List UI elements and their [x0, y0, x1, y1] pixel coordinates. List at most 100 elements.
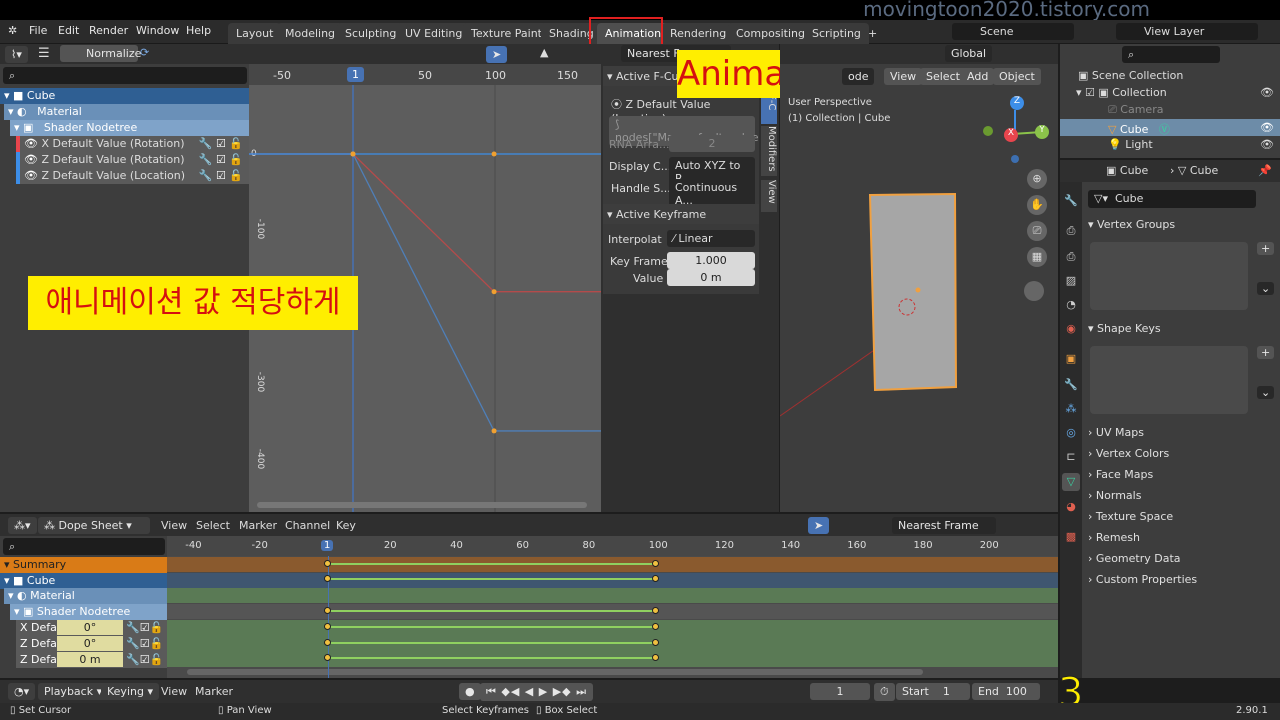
render-tab-icon[interactable]: ⎙: [1062, 222, 1080, 240]
dopesheet-select-icon[interactable]: ➤: [808, 517, 830, 534]
section-shape-keys[interactable]: ▾ Shape Keys: [1088, 322, 1161, 335]
breadcrumb-mesh[interactable]: › ▽ Cube: [1170, 164, 1218, 177]
dopesheet-keyframe[interactable]: [651, 639, 659, 646]
menu-help[interactable]: Help: [186, 24, 211, 37]
mesh-data-tab-icon[interactable]: ▽: [1062, 473, 1080, 491]
section-face-maps[interactable]: › Face Maps: [1088, 468, 1153, 481]
ortho-grid-icon[interactable]: ▦: [1027, 247, 1047, 267]
material-tab-icon[interactable]: ◕: [1062, 498, 1080, 516]
constraints-tab-icon[interactable]: ⊏: [1062, 448, 1080, 466]
dopesheet-menu-marker[interactable]: Marker: [239, 519, 277, 532]
current-frame-field[interactable]: 1: [810, 683, 870, 700]
dopesheet-channel-x-rotation[interactable]: X Defau 0° 🔧☑🔓: [16, 620, 167, 636]
menu-edit[interactable]: Edit: [58, 24, 79, 37]
fcurve-keyframe[interactable]: [491, 289, 497, 295]
vertex-group-menu-button[interactable]: ⌄: [1257, 282, 1275, 295]
dopesheet-mode-dropdown[interactable]: ⁂ Dope Sheet ▾: [38, 517, 150, 534]
add-shape-key-button[interactable]: +: [1257, 346, 1275, 359]
menu-file[interactable]: File: [29, 24, 47, 37]
normalize-toggle[interactable]: Normalize: [60, 45, 141, 62]
outliner-item-camera[interactable]: ⎚ Camera: [1108, 103, 1163, 117]
section-remesh[interactable]: › Remesh: [1088, 531, 1140, 544]
shape-keys-list[interactable]: [1090, 346, 1248, 414]
key-frame-field[interactable]: 1.000: [667, 252, 755, 269]
texture-tab-icon[interactable]: ▩: [1062, 528, 1080, 546]
view-layer-tab-icon[interactable]: ▨: [1062, 272, 1080, 290]
dopesheet-summary[interactable]: ▾ Summary: [0, 557, 167, 573]
dopesheet-keyframe[interactable]: [651, 575, 659, 582]
section-uv-maps[interactable]: › UV Maps: [1088, 426, 1144, 439]
gizmo-z[interactable]: Z: [1010, 96, 1024, 110]
channel-value-field[interactable]: 0°: [57, 620, 123, 635]
fcurve-controls[interactable]: 🔧 ☑ 🔓: [199, 136, 243, 152]
dopesheet-keyframe[interactable]: [324, 654, 331, 661]
menu-render[interactable]: Render: [89, 24, 128, 37]
dopesheet-keyframe[interactable]: [324, 639, 331, 646]
dopesheet-keyframe[interactable]: [651, 654, 659, 661]
dopesheet-keyframe-area[interactable]: -40 -20 1 20 40 60 80 100 120 140 160 180 200: [167, 536, 1058, 678]
outliner-item-cube[interactable]: ▽ Cube Ⓥ 👁: [1060, 119, 1280, 136]
pin-icon[interactable]: 📌: [1258, 164, 1272, 177]
dopesheet-channel-z-location[interactable]: Z Defau 0 m 🔧☑🔓: [16, 652, 167, 668]
gizmo-y[interactable]: Y: [1035, 125, 1049, 139]
dopesheet-keyframe[interactable]: [324, 623, 331, 630]
tab-rendering[interactable]: Rendering: [662, 23, 735, 44]
dopesheet-cube[interactable]: ▾ ■ Cube: [0, 573, 167, 589]
fcurve-z-rotation[interactable]: 👁 Z Default Value (Rotation) 🔧 ☑ 🔓: [16, 152, 249, 168]
tab-layout[interactable]: Layout: [228, 23, 282, 44]
tab-modeling[interactable]: Modeling: [277, 23, 344, 44]
section-custom-properties[interactable]: › Custom Properties: [1088, 573, 1197, 586]
gizmo-x[interactable]: X: [1004, 128, 1018, 142]
dopesheet-menu-view[interactable]: View: [161, 519, 187, 532]
zoom-icon[interactable]: ⊕: [1027, 169, 1047, 189]
record-button[interactable]: ●: [459, 683, 481, 700]
camera-icon[interactable]: ⎚: [1027, 221, 1047, 241]
outliner-item-collection[interactable]: ▾ ☑ ▣ Collection 👁: [1076, 86, 1280, 99]
section-vertex-groups[interactable]: ▾ Vertex Groups: [1088, 218, 1175, 231]
dopesheet-keys[interactable]: [167, 536, 1058, 678]
section-geometry-data[interactable]: › Geometry Data: [1088, 552, 1181, 565]
world-tab-icon[interactable]: ◉: [1062, 320, 1080, 338]
dopesheet-editor-type[interactable]: ⁂▾: [8, 517, 37, 534]
timeline-editor-type[interactable]: ◔▾: [8, 683, 36, 700]
interpolation-dropdown[interactable]: ⁄ Linear: [667, 230, 755, 247]
add-vertex-group-button[interactable]: +: [1257, 242, 1275, 255]
dopesheet-snap-dropdown[interactable]: Nearest Frame: [892, 517, 996, 534]
tab-compositing[interactable]: Compositing: [728, 23, 813, 44]
playback-controls[interactable]: ⏮ ◆◀ ◀ ▶ ▶◆ ⏭: [480, 683, 594, 701]
orientation-dropdown[interactable]: Global: [945, 45, 993, 62]
channel-search-input[interactable]: ⌕: [3, 67, 247, 84]
breadcrumb-object[interactable]: ▣ Cube: [1106, 164, 1148, 177]
scene-selector[interactable]: Scene: [952, 23, 1074, 40]
dopesheet-keyframe[interactable]: [324, 560, 331, 567]
dopesheet-keyframe[interactable]: [651, 623, 659, 630]
start-frame-field[interactable]: Start 1: [896, 683, 970, 700]
channel-controls[interactable]: 🔧☑🔓: [126, 636, 163, 652]
channel-shader-nodetree[interactable]: ▾ ▣ Shader Nodetree: [10, 120, 249, 136]
outliner-scene-collection[interactable]: ▣ Scene Collection: [1078, 69, 1183, 82]
fcurve-keyframe[interactable]: [491, 428, 497, 434]
hamburger-icon[interactable]: ☰: [38, 46, 50, 61]
channel-cube[interactable]: ▾ ■ Cube: [0, 88, 249, 104]
fcurve-controls[interactable]: 🔧 ☑ 🔓: [199, 168, 243, 184]
blender-logo-icon[interactable]: ✲: [8, 24, 17, 37]
3d-viewport[interactable]: ode View Select Add Object User Perspect…: [780, 64, 1058, 512]
add-workspace-button[interactable]: +: [860, 23, 885, 44]
dopesheet-menu-key[interactable]: Key: [336, 519, 356, 532]
preview-range-icon[interactable]: ⏱: [874, 683, 895, 701]
tab-modifiers[interactable]: Modifiers: [761, 126, 777, 176]
end-frame-field[interactable]: End 100: [972, 683, 1040, 700]
fcurve-keyframe[interactable]: [350, 151, 356, 157]
object-tab-icon[interactable]: ▣: [1062, 350, 1080, 368]
scene-tab-icon[interactable]: ◔: [1062, 296, 1080, 314]
outliner-search-input[interactable]: ⌕: [1122, 46, 1220, 63]
channel-controls[interactable]: 🔧☑🔓: [126, 620, 163, 636]
dopesheet-keyframe[interactable]: [324, 607, 331, 614]
warning-icon[interactable]: ▲: [540, 46, 548, 59]
vertex-groups-list[interactable]: [1090, 242, 1248, 310]
dopesheet-keyframe[interactable]: [651, 607, 659, 614]
channel-controls[interactable]: 🔧☑🔓: [126, 652, 163, 668]
section-normals[interactable]: › Normals: [1088, 489, 1141, 502]
tab-sculpting[interactable]: Sculpting: [337, 23, 405, 44]
dopesheet-channel-z-rotation[interactable]: Z Defau 0° 🔧☑🔓: [16, 636, 167, 652]
